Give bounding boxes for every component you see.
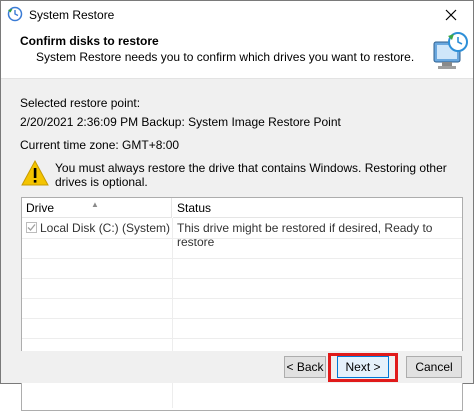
- dialog-body: Selected restore point: 2/20/2021 2:36:0…: [1, 79, 473, 411]
- restore-computer-icon: [433, 32, 468, 69]
- close-button[interactable]: [437, 4, 465, 26]
- timezone-text: Current time zone: GMT+8:00: [20, 138, 180, 152]
- table-row[interactable]: Local Disk (C:) (System) This drive migh…: [22, 219, 462, 249]
- drive-name: Local Disk (C:) (System): [40, 221, 171, 235]
- row-divider: [22, 338, 462, 339]
- page-subtitle: System Restore needs you to confirm whic…: [36, 50, 415, 64]
- cancel-button[interactable]: Cancel: [406, 356, 462, 378]
- system-restore-dialog: System Restore Confirm disks to restore …: [0, 0, 474, 411]
- button-bar: < Back Next > Cancel: [1, 351, 473, 383]
- row-divider: [22, 298, 462, 299]
- row-divider: [22, 318, 462, 319]
- checkmark-icon: [27, 224, 36, 231]
- page-title: Confirm disks to restore: [20, 34, 159, 48]
- row-divider: [22, 258, 462, 259]
- row-divider: [22, 278, 462, 279]
- title-bar: System Restore: [1, 1, 473, 28]
- restore-point-value: 2/20/2021 2:36:09 PM Backup: System Imag…: [20, 115, 341, 129]
- back-button[interactable]: < Back: [284, 356, 326, 378]
- drive-checkbox[interactable]: [26, 222, 37, 233]
- close-icon: [445, 9, 457, 21]
- window-title: System Restore: [29, 8, 115, 22]
- system-restore-icon: [7, 6, 23, 22]
- row-divider: [22, 238, 462, 239]
- sort-ascending-icon: ▲: [91, 200, 99, 209]
- selected-restore-point-label: Selected restore point:: [20, 96, 141, 110]
- wizard-header: Confirm disks to restore System Restore …: [1, 28, 473, 79]
- warning-icon: [21, 159, 49, 186]
- next-button[interactable]: Next >: [337, 356, 389, 378]
- warning-message: You must always restore the drive that c…: [55, 161, 447, 189]
- drive-status: This drive might be restored if desired,…: [177, 221, 433, 249]
- column-header-drive[interactable]: ▲ Drive: [22, 198, 172, 218]
- column-header-status[interactable]: Status: [173, 198, 462, 218]
